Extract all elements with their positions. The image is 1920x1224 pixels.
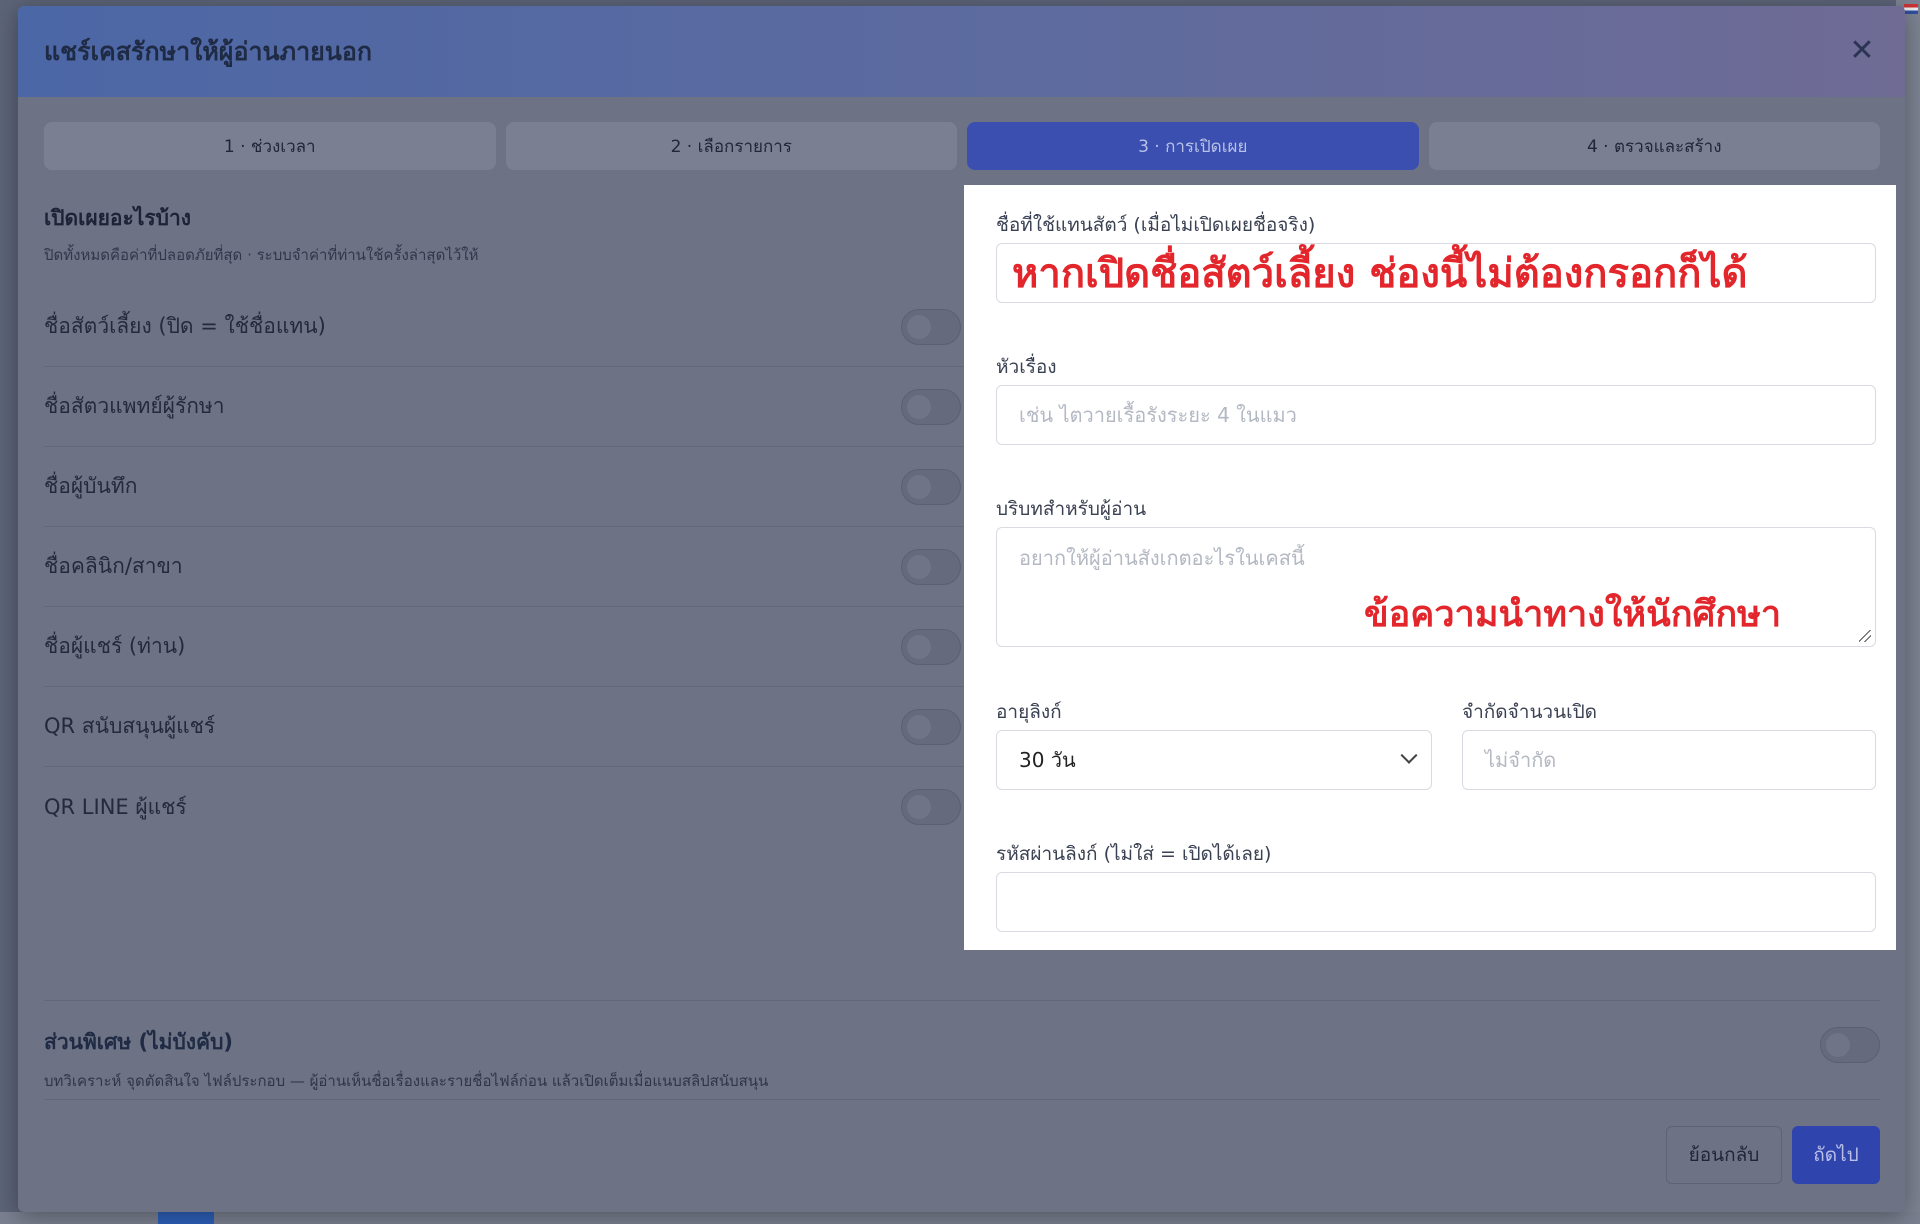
toggle-knob: [907, 315, 931, 339]
optional-subtitle: บทวิเคราะห์ จุดตัดสินใจ ไฟล์ประกอบ — ผู้…: [44, 1072, 769, 1090]
link-age-value: 30 วัน: [1019, 748, 1076, 772]
next-button[interactable]: ถัดไป: [1792, 1126, 1880, 1184]
context-label: บริบทสำหรับผู้อ่าน: [996, 498, 1147, 520]
toggle-knob: [907, 555, 931, 579]
disclosure-toggle-list: ชื่อสัตว์เลี้ยง (ปิด = ใช้ชื่อแทน) ชื่อส…: [44, 287, 969, 847]
stepper: 1 · ช่วงเวลา 2 · เลือกรายการ 3 · การเปิด…: [44, 122, 1880, 170]
recorder-name-toggle[interactable]: [901, 469, 961, 505]
toggle-row-line-qr: QR LINE ผู้แชร์: [44, 767, 969, 847]
optional-section: ส่วนพิเศษ (ไม่บังคับ) บทวิเคราะห์ จุดตัด…: [44, 1000, 1880, 1093]
alias-annotation: หากเปิดชื่อสัตว์เลี้ยง ช่องนี้ไม่ต้องกรอ…: [1012, 251, 1748, 297]
background-page-bottom: [0, 1212, 1920, 1224]
disclosure-section: เปิดเผยอะไรบ้าง ปิดทั้งหมดคือค่าที่ปลอดภ…: [44, 202, 969, 847]
toggle-knob: [907, 795, 931, 819]
toggle-label: QR LINE ผู้แชร์: [44, 794, 187, 819]
toggle-label: ชื่อสัตว์เลี้ยง (ปิด = ใช้ชื่อแทน): [44, 314, 326, 338]
disclosure-title: เปิดเผยอะไรบ้าง: [44, 206, 192, 230]
toggle-label: ชื่อคลินิก/สาขา: [44, 554, 183, 578]
background-page-element: [158, 1212, 214, 1224]
link-age-label: อายุลิงก์: [996, 701, 1062, 723]
chevron-down-icon: [1400, 746, 1418, 764]
toggle-knob: [907, 395, 931, 419]
optional-title: ส่วนพิเศษ (ไม่บังคับ): [44, 1030, 234, 1054]
footer-divider: [44, 1099, 1880, 1100]
toggle-row-clinic-name: ชื่อคลินิก/สาขา: [44, 527, 969, 607]
toggle-row-sharer-name: ชื่อผู้แชร์ (ท่าน): [44, 607, 969, 687]
open-limit-placeholder: ไม่จำกัด: [1485, 748, 1557, 772]
language-flag-icon: [1904, 4, 1918, 14]
toggle-knob: [1826, 1033, 1850, 1057]
step-4-review-create[interactable]: 4 · ตรวจและสร้าง: [1428, 122, 1880, 170]
topic-input[interactable]: เช่น ไตวายเรื้อรังระยะ 4 ในแมว: [996, 385, 1876, 445]
optional-section-toggle[interactable]: [1820, 1027, 1880, 1063]
password-input[interactable]: [996, 872, 1876, 932]
support-qr-toggle[interactable]: [901, 709, 961, 745]
toggle-label: ชื่อสัตวแพทย์ผู้รักษา: [44, 394, 225, 418]
open-limit-input[interactable]: ไม่จำกัด: [1462, 730, 1876, 790]
sharer-name-toggle[interactable]: [901, 629, 961, 665]
toggle-row-recorder-name: ชื่อผู้บันทึก: [44, 447, 969, 527]
toggle-label: QR สนับสนุนผู้แชร์: [44, 714, 216, 738]
close-icon[interactable]: ✕: [1847, 36, 1877, 66]
context-placeholder: อยากให้ผู้อ่านสังเกตอะไรในเคสนี้: [1019, 546, 1305, 570]
resize-handle-icon[interactable]: [1859, 630, 1871, 642]
back-button[interactable]: ย้อนกลับ: [1666, 1126, 1782, 1184]
toggle-row-support-qr: QR สนับสนุนผู้แชร์: [44, 687, 969, 767]
toggle-knob: [907, 475, 931, 499]
disclosure-subtitle: ปิดทั้งหมดคือค่าที่ปลอดภัยที่สุด · ระบบจ…: [44, 246, 479, 264]
vet-name-toggle[interactable]: [901, 389, 961, 425]
open-limit-label: จำกัดจำนวนเปิด: [1462, 701, 1597, 723]
link-age-select[interactable]: 30 วัน: [996, 730, 1432, 790]
share-case-dialog: แชร์เคสรักษาให้ผู้อ่านภายนอก ✕ 1 · ช่วงเ…: [18, 6, 1905, 1212]
toggle-label: ชื่อผู้แชร์ (ท่าน): [44, 634, 186, 658]
topic-label: หัวเรื่อง: [996, 356, 1057, 378]
line-qr-toggle[interactable]: [901, 789, 961, 825]
clinic-name-toggle[interactable]: [901, 549, 961, 585]
toggle-knob: [907, 715, 931, 739]
pet-name-toggle[interactable]: [901, 309, 961, 345]
step-2-select-items[interactable]: 2 · เลือกรายการ: [505, 122, 957, 170]
toggle-row-pet-name: ชื่อสัตว์เลี้ยง (ปิด = ใช้ชื่อแทน): [44, 287, 969, 367]
topic-placeholder: เช่น ไตวายเรื้อรังระยะ 4 ในแมว: [1019, 403, 1297, 427]
toggle-row-vet-name: ชื่อสัตวแพทย์ผู้รักษา: [44, 367, 969, 447]
toggle-knob: [907, 635, 931, 659]
dialog-title: แชร์เคสรักษาให้ผู้อ่านภายนอก: [44, 36, 373, 66]
step-3-disclosure[interactable]: 3 · การเปิดเผย: [967, 122, 1419, 170]
context-annotation: ข้อความนำทางให้นักศึกษา: [1364, 594, 1782, 635]
password-label: รหัสผ่านลิงก์ (ไม่ใส่ = เปิดได้เลย): [996, 843, 1272, 865]
share-details-form: ชื่อที่ใช้แทนสัตว์ (เมื่อไม่เปิดเผยชื่อจ…: [964, 185, 1896, 950]
toggle-label: ชื่อผู้บันทึก: [44, 474, 138, 498]
alias-label: ชื่อที่ใช้แทนสัตว์ (เมื่อไม่เปิดเผยชื่อจ…: [996, 214, 1316, 236]
step-1-time-range[interactable]: 1 · ช่วงเวลา: [44, 122, 496, 170]
dialog-header: แชร์เคสรักษาให้ผู้อ่านภายนอก ✕: [18, 6, 1905, 97]
